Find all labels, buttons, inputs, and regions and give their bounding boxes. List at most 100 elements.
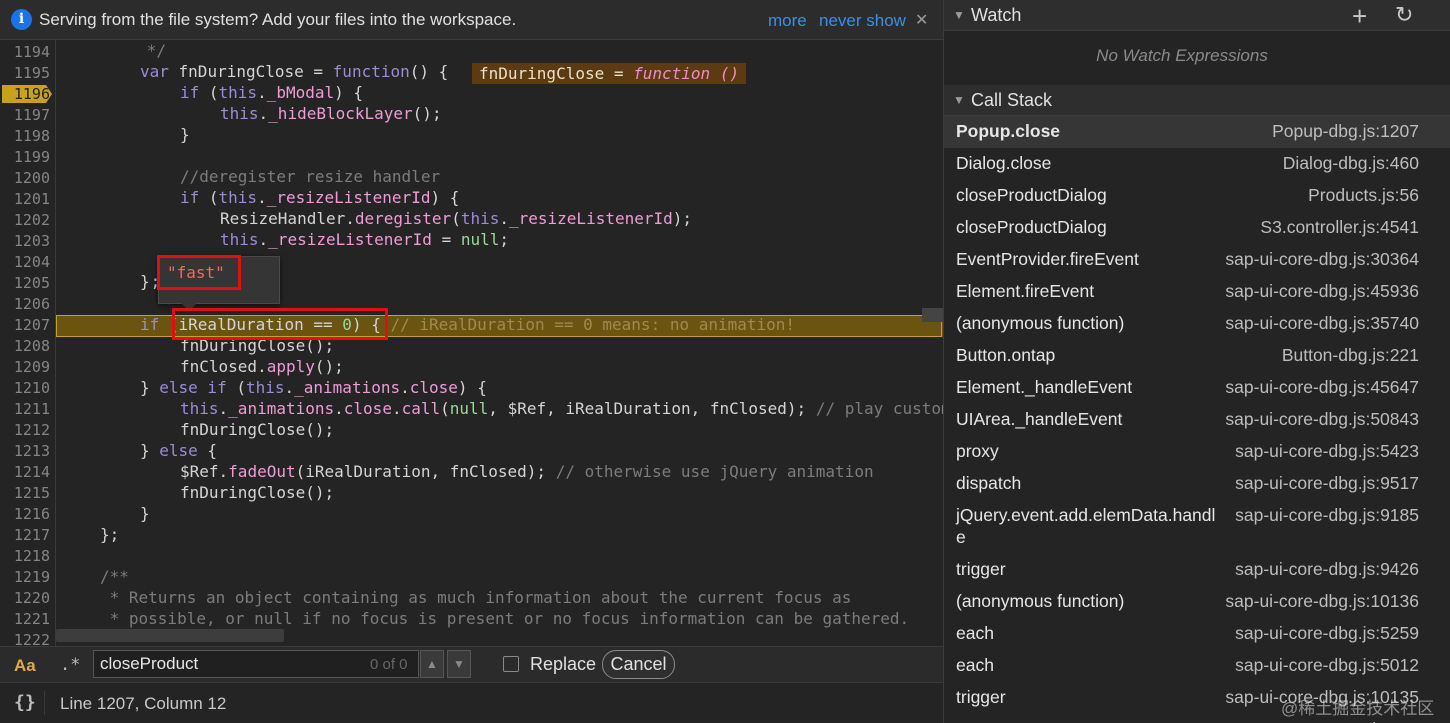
code-line: * possible, or null if no focus is prese… — [100, 609, 910, 628]
line-number[interactable]: 1195 — [0, 63, 50, 84]
line-number[interactable]: 1196 — [0, 84, 50, 105]
line-number[interactable]: 1198 — [0, 126, 50, 147]
code-line: ResizeHandler.deregister(this._resizeLis… — [220, 209, 693, 228]
cancel-button[interactable]: Cancel — [602, 650, 675, 679]
call-frame-location[interactable]: sap-ui-core-dbg.js:30364 — [1225, 248, 1419, 270]
call-frame-location[interactable]: Products.js:56 — [1308, 184, 1419, 206]
code-line: this._animations.close.call(null, $Ref, … — [180, 399, 943, 418]
line-number[interactable]: 1219 — [0, 567, 50, 588]
line-number[interactable]: 1215 — [0, 483, 50, 504]
line-number-gutter[interactable]: 1194 1195 1196 1197 1198 1199 1200 1201 1202 1203… — [0, 40, 56, 646]
line-number[interactable]: 1209 — [0, 357, 50, 378]
line-number[interactable]: 1202 — [0, 210, 50, 231]
pretty-print-button[interactable]: {} — [14, 692, 36, 713]
infobar-more-link[interactable]: more — [768, 11, 807, 31]
previous-match-button[interactable]: ▲ — [420, 650, 444, 678]
call-frame[interactable]: Popup.close Popup-dbg.js:1207 — [944, 116, 1450, 148]
call-frame-location[interactable]: sap-ui-core-dbg.js:5259 — [1235, 622, 1419, 644]
call-frame[interactable]: each sap-ui-core-dbg.js:5012 — [944, 650, 1450, 682]
call-frame-location[interactable]: sap-ui-core-dbg.js:45936 — [1225, 280, 1419, 302]
workspace-infobar: i Serving from the file system? Add your… — [0, 0, 943, 40]
line-number[interactable]: 1205 — [0, 273, 50, 294]
line-number[interactable]: 1194 — [0, 42, 50, 63]
call-frame-function: closeProductDialog — [956, 217, 1107, 237]
line-number[interactable]: 1203 — [0, 231, 50, 252]
add-icon[interactable]: + — [1352, 1, 1367, 32]
watch-title: Watch — [971, 5, 1022, 25]
line-number[interactable]: 1210 — [0, 378, 50, 399]
cursor-position: Line 1207, Column 12 — [60, 694, 227, 713]
call-frame[interactable]: EventProvider.fireEvent sap-ui-core-dbg.j… — [944, 244, 1450, 276]
line-number[interactable]: 1221 — [0, 609, 50, 630]
call-frame-location[interactable]: S3.controller.js:4541 — [1260, 216, 1419, 238]
call-frame-location[interactable]: sap-ui-core-dbg.js:5423 — [1235, 440, 1419, 462]
line-number[interactable]: 1222 — [0, 630, 50, 646]
debugger-sidebar: ▼ Watch + ↻ No Watch Expressions ▼ Call … — [943, 0, 1450, 723]
code-line: } else if (this._animations.close) { — [140, 378, 487, 397]
call-frame-location[interactable]: Popup-dbg.js:1207 — [1272, 120, 1419, 142]
call-frame[interactable]: (anonymous function) sap-ui-core-dbg.js:3… — [944, 308, 1450, 340]
line-number[interactable]: 1201 — [0, 189, 50, 210]
call-frame[interactable]: dispatch sap-ui-core-dbg.js:9517 — [944, 468, 1450, 500]
call-frame[interactable]: UIArea._handleEvent sap-ui-core-dbg.js:50… — [944, 404, 1450, 436]
call-frame[interactable]: closeProductDialog Products.js:56 — [944, 180, 1450, 212]
line-number[interactable]: 1208 — [0, 336, 50, 357]
next-match-button[interactable]: ▼ — [447, 650, 471, 678]
line-number[interactable]: 1200 — [0, 168, 50, 189]
regex-toggle[interactable]: .* — [60, 655, 80, 675]
call-frame[interactable]: trigger sap-ui-core-dbg.js:9426 — [944, 554, 1450, 586]
code-line: if (this._bModal) { — [180, 83, 364, 102]
infobar-never-show-link[interactable]: never show — [819, 11, 906, 31]
call-frame-location[interactable]: sap-ui-core-dbg.js:50843 — [1225, 408, 1419, 430]
call-frame-location[interactable]: sap-ui-core-dbg.js:9426 — [1235, 558, 1419, 580]
call-frame-function: success — [956, 718, 1218, 723]
call-frame-location[interactable]: sap-ui-core-dbg.js:35740 — [1225, 312, 1419, 334]
replace-checkbox[interactable] — [503, 656, 519, 672]
call-frame[interactable]: Dialog.close Dialog-dbg.js:460 — [944, 148, 1450, 180]
call-frame-location[interactable]: sap-ui-core-dbg.js:10136 — [1225, 590, 1419, 612]
call-frame[interactable]: proxy sap-ui-core-dbg.js:5423 — [944, 436, 1450, 468]
call-stack-section-header[interactable]: ▼ Call Stack — [944, 85, 1450, 116]
line-number[interactable]: 1217 — [0, 525, 50, 546]
call-frame[interactable]: Element.fireEvent sap-ui-core-dbg.js:4593… — [944, 276, 1450, 308]
refresh-icon[interactable]: ↻ — [1395, 2, 1413, 28]
line-number[interactable]: 1218 — [0, 546, 50, 567]
call-frame-location[interactable]: sap-ui-core-dbg.js:9185 — [1235, 504, 1419, 526]
call-frame[interactable]: each sap-ui-core-dbg.js:5259 — [944, 618, 1450, 650]
call-frame[interactable]: Element._handleEvent sap-ui-core-dbg.js:4… — [944, 372, 1450, 404]
line-number[interactable]: 1197 — [0, 105, 50, 126]
line-number[interactable]: 1212 — [0, 420, 50, 441]
line-number[interactable]: 1199 — [0, 147, 50, 168]
call-frame-location[interactable]: sap-ui-core-dbg.js:5012 — [1235, 654, 1419, 676]
close-icon[interactable]: ✕ — [915, 10, 928, 30]
call-frame-function: trigger — [956, 559, 1006, 579]
line-number[interactable]: 1211 — [0, 399, 50, 420]
sources-editor-pane: i Serving from the file system? Add your… — [0, 0, 943, 723]
line-number[interactable]: 1220 — [0, 588, 50, 609]
line-number[interactable]: 1204 — [0, 252, 50, 273]
call-frame-function: each — [956, 623, 994, 643]
watch-section-header[interactable]: ▼ Watch + ↻ — [944, 0, 1450, 31]
call-frame[interactable]: closeProductDialog S3.controller.js:4541 — [944, 212, 1450, 244]
match-case-toggle[interactable]: Aa — [14, 656, 36, 676]
call-frame-location[interactable]: sap-ui-core-dbg.js:9517 — [1235, 472, 1419, 494]
inline-value-preview: fnDuringClose = function () — [472, 63, 747, 84]
call-frame[interactable]: Button.ontap Button-dbg.js:221 — [944, 340, 1450, 372]
line-number[interactable]: 1213 — [0, 441, 50, 462]
code-line: /** — [100, 567, 129, 586]
call-frame[interactable]: (anonymous function) sap-ui-core-dbg.js:1… — [944, 586, 1450, 618]
vertical-scrollbar[interactable] — [922, 308, 943, 322]
call-frame-location[interactable]: Button-dbg.js:221 — [1282, 344, 1419, 366]
code-line: this._resizeListenerId = null; — [220, 230, 510, 249]
line-number[interactable]: 1216 — [0, 504, 50, 525]
divider — [44, 691, 45, 715]
line-number[interactable]: 1214 — [0, 462, 50, 483]
line-number[interactable]: 1206 — [0, 294, 50, 315]
code-editor[interactable]: 1194 1195 1196 1197 1198 1199 1200 1201 1202 1203… — [0, 40, 943, 646]
call-frame-location[interactable]: Dialog-dbg.js:460 — [1283, 152, 1419, 174]
call-frame-function: closeProductDialog — [956, 185, 1107, 205]
call-frame-location[interactable]: sap-ui-core-dbg.js:45647 — [1225, 376, 1419, 398]
line-number[interactable]: 1207 — [0, 315, 50, 336]
horizontal-scrollbar[interactable] — [56, 629, 284, 642]
call-frame[interactable]: jQuery.event.add.elemData.handle sap-ui-c… — [944, 500, 1450, 554]
